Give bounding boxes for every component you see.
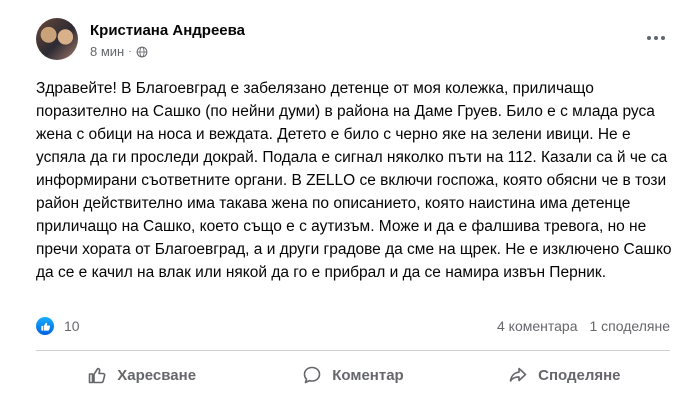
comment-count[interactable]: 4 коментара (497, 318, 578, 334)
action-bar: Харесване Коментар Споделяне (36, 356, 670, 394)
like-button[interactable]: Харесване (36, 356, 247, 394)
post-body: Здравейте! В Благоевград е забелязано де… (36, 77, 676, 284)
post-text: Здравейте! В Благоевград е забелязано де… (36, 80, 672, 281)
avatar[interactable] (36, 18, 78, 60)
comment-label: Коментар (332, 366, 404, 384)
divider (36, 350, 670, 351)
share-button[interactable]: Споделяне (459, 356, 670, 394)
share-icon (509, 367, 527, 382)
share-count[interactable]: 1 споделяне (590, 318, 671, 334)
more-options-icon[interactable] (642, 30, 670, 46)
thumbs-up-icon (88, 367, 106, 384)
post-card: Кристиана Андреева 8 мин · Здравейте! В … (0, 0, 700, 400)
comment-button[interactable]: Коментар (247, 356, 458, 394)
post-meta: 8 мин · (90, 44, 148, 59)
like-label: Харесване (117, 366, 197, 384)
author-name[interactable]: Кристиана Андреева (90, 22, 245, 39)
meta-separator: · (128, 46, 132, 57)
comment-icon (303, 366, 321, 384)
engagement-counts: 4 коментара 1 споделяне (497, 318, 670, 334)
post-time[interactable]: 8 мин (90, 44, 124, 59)
like-reaction-icon[interactable] (36, 317, 54, 335)
reaction-count[interactable]: 10 (64, 318, 80, 334)
post-header: Кристиана Андреева 8 мин · (36, 18, 680, 68)
globe-icon[interactable] (136, 46, 148, 58)
post-stats: 10 4 коментара 1 споделяне (36, 316, 670, 338)
share-label: Споделяне (538, 366, 621, 384)
